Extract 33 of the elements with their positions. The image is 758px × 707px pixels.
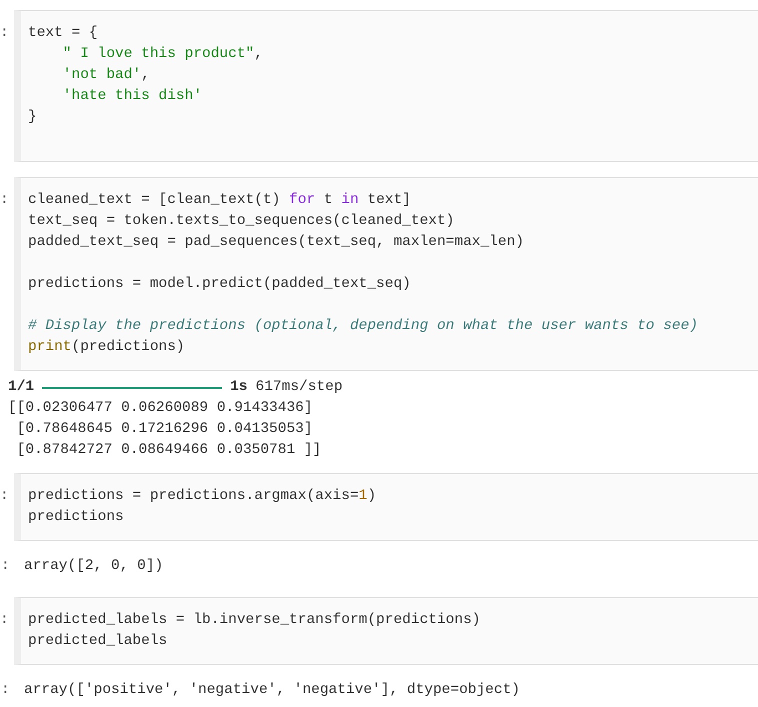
code-line: text_seq = token.texts_to_sequences(cleaned_text) xyxy=(28,212,454,231)
code-line: " I love this product", xyxy=(62,45,263,64)
cell-prompt: : xyxy=(0,25,9,41)
progress-count: 1/1 xyxy=(8,378,34,397)
progress-time: 1s xyxy=(230,378,248,397)
code-line: predicted_labels xyxy=(28,632,168,651)
code-line: 'not bad', xyxy=(62,66,150,85)
progress-rate: 617ms/step xyxy=(256,378,343,397)
code-line: text = { xyxy=(28,24,98,43)
code-line: # Display the predictions (optional, depending on what the user wants to see) xyxy=(28,317,698,336)
code-line: padded_text_seq = pad_sequences(text_seq, maxlen=max_len) xyxy=(28,233,524,252)
output-line: [0.78648645 0.17216296 0.04135053] xyxy=(16,420,313,439)
cell-prompt: : xyxy=(0,488,9,504)
code-line: cleaned_text = [clean_text(t) for t in text] xyxy=(28,191,411,210)
code-line: print(predictions) xyxy=(28,338,185,357)
output-line: [[0.02306477 0.06260089 0.91433436] xyxy=(8,399,313,418)
code-cell[interactable]: predictions = predictions.argmax(axis=1) predictions xyxy=(14,473,758,541)
cell-prompt: : xyxy=(0,681,11,700)
code-line: predicted_labels = lb.inverse_transform(predictions) xyxy=(28,611,480,630)
cell-prompt: : xyxy=(0,192,9,208)
code-line: } xyxy=(28,108,37,127)
code-cell[interactable]: predicted_labels = lb.inverse_transform(predictions) predicted_labels xyxy=(14,597,758,665)
output-line: array(['positive', 'negative', 'negative'], dtype=object) xyxy=(24,681,520,700)
output-line: [0.87842727 0.08649466 0.0350781 ]] xyxy=(16,441,322,460)
cell-prompt: : xyxy=(0,557,11,576)
code-line: predictions xyxy=(28,508,124,527)
cell-prompt: : xyxy=(0,612,9,628)
code-line: predictions = model.predict(padded_text_seq) xyxy=(28,275,411,294)
output-line: array([2, 0, 0]) xyxy=(24,557,164,576)
code-line: 'hate this dish' xyxy=(62,87,202,106)
code-line: predictions = predictions.argmax(axis=1) xyxy=(28,487,376,506)
code-cell[interactable] xyxy=(14,177,758,371)
code-cell[interactable]: text = { " I love this product", 'not bad', 'hate this dish' } xyxy=(14,10,758,162)
